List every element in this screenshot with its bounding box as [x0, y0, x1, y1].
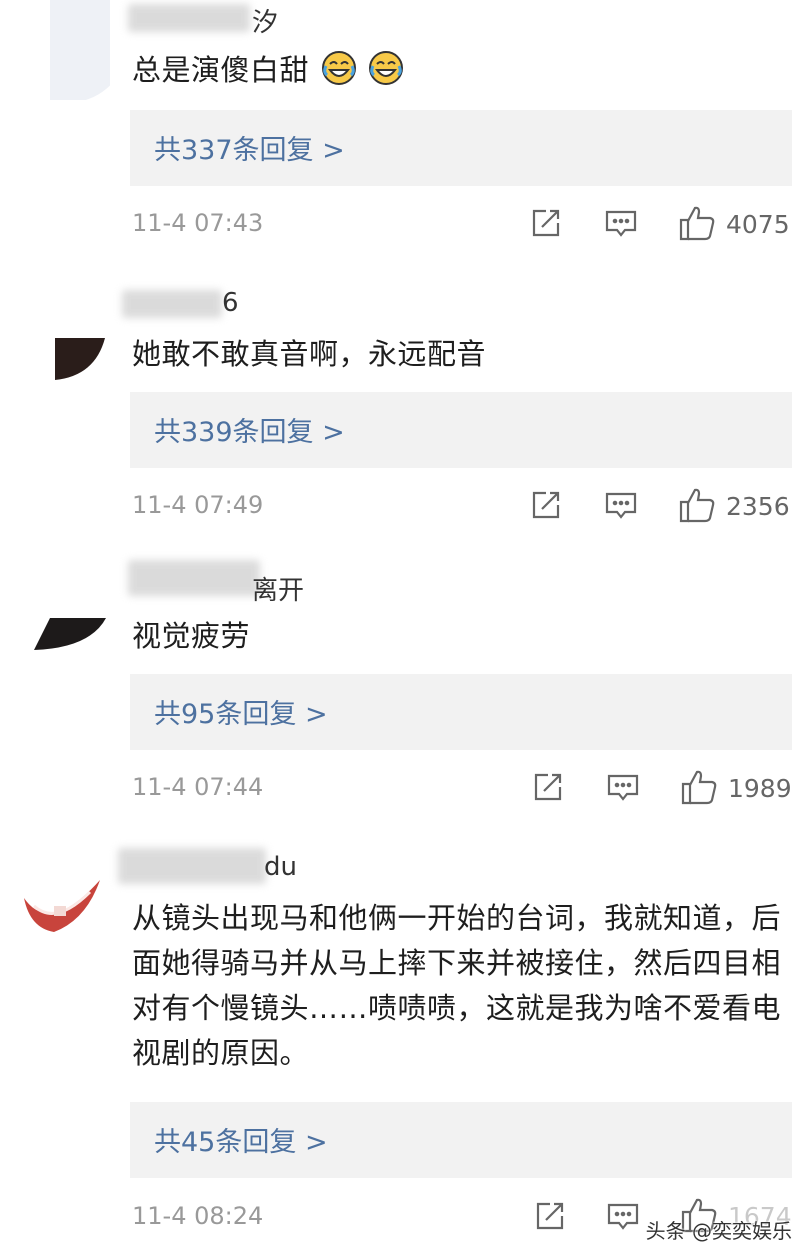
comment-text: 视觉疲劳 — [132, 619, 251, 653]
comment-icon[interactable] — [606, 772, 640, 808]
avatar[interactable] — [55, 338, 105, 380]
share-icon[interactable] — [532, 771, 564, 807]
replies-label[interactable]: 共95条回复 > — [154, 692, 328, 731]
replies-link[interactable]: 共95条回复 > — [130, 674, 792, 750]
comment-text: 从镜头出现马和他俩一开始的台词，我就知道，后面她得骑马并从马上摔下来并被接住，然… — [132, 901, 782, 1070]
watermark: 头条 @奕奕娱乐 — [645, 1219, 792, 1243]
avatar[interactable] — [30, 618, 106, 652]
timestamp: 11-4 07:44 — [132, 773, 264, 801]
comment-text: 总是演傻白甜 — [132, 48, 782, 99]
username-redaction — [122, 290, 222, 318]
laughing-crying-emoji-icon — [368, 50, 404, 99]
timestamp: 11-4 07:49 — [132, 491, 264, 519]
like-count: 4075 — [726, 210, 790, 239]
username[interactable]: 离开 — [252, 570, 304, 607]
avatar[interactable] — [50, 0, 110, 100]
share-icon[interactable] — [530, 489, 562, 525]
replies-label[interactable]: 共45条回复 > — [154, 1120, 328, 1159]
avatar[interactable] — [20, 876, 104, 934]
comment-icon[interactable] — [604, 490, 638, 526]
username[interactable]: 6 — [222, 288, 239, 318]
timestamp: 11-4 07:43 — [132, 209, 264, 237]
username-redaction — [118, 848, 266, 884]
comment-text: 她敢不敢真音啊，永远配音 — [132, 337, 487, 371]
username[interactable]: du — [264, 852, 297, 882]
replies-link[interactable]: 共339条回复 > — [130, 392, 792, 468]
comment-icon[interactable] — [606, 1201, 640, 1237]
replies-label[interactable]: 共337条回复 > — [154, 128, 345, 167]
comment-icon[interactable] — [604, 208, 638, 244]
username-redaction — [128, 4, 250, 32]
laughing-crying-emoji-icon — [321, 50, 357, 99]
replies-link[interactable]: 共45条回复 > — [130, 1102, 792, 1178]
thumbs-up-icon[interactable] — [678, 486, 716, 528]
like-count: 2356 — [726, 492, 790, 521]
share-icon[interactable] — [534, 1200, 566, 1236]
thumbs-up-icon[interactable] — [680, 768, 718, 810]
username-redaction — [128, 560, 260, 596]
replies-label[interactable]: 共339条回复 > — [154, 410, 345, 449]
comment-text-content: 总是演傻白甜 — [132, 53, 310, 87]
username[interactable]: 汐 — [252, 2, 278, 39]
like-count: 1989 — [728, 774, 792, 803]
replies-link[interactable]: 共337条回复 > — [130, 110, 792, 186]
thumbs-up-icon[interactable] — [678, 204, 716, 246]
timestamp: 11-4 08:24 — [132, 1202, 264, 1230]
share-icon[interactable] — [530, 207, 562, 243]
